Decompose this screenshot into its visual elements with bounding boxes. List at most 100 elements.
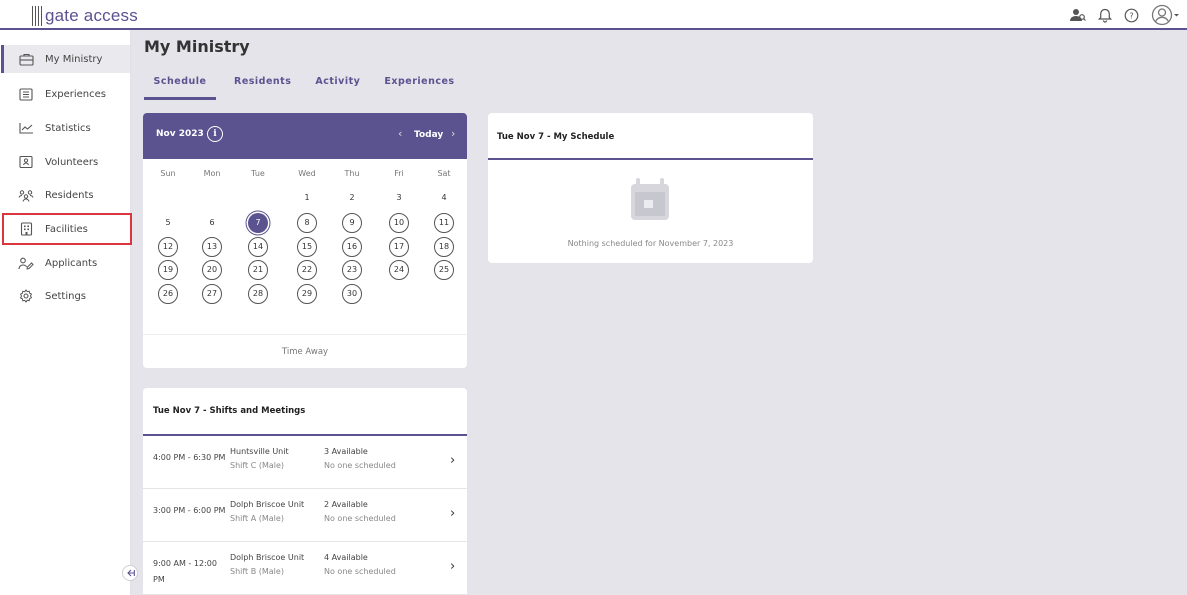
calendar-day[interactable]: 17 <box>389 237 409 257</box>
shifts-card: Tue Nov 7 - Shifts and Meetings 4:00 PM … <box>143 388 467 595</box>
calendar-day[interactable]: 14 <box>248 237 268 257</box>
building-icon <box>16 222 36 236</box>
calendar-day[interactable]: 18 <box>434 237 454 257</box>
shift-time: 9:00 AM - 12:00 PM <box>153 559 217 584</box>
id-badge-icon <box>16 155 36 169</box>
sidebar-item-label: Statistics <box>45 122 91 134</box>
calendar-day[interactable]: 29 <box>297 284 317 304</box>
chevron-right-icon[interactable]: › <box>451 127 455 140</box>
divider <box>488 158 813 160</box>
weekday-label: Sun <box>160 169 176 178</box>
shift-available: 2 Available <box>324 500 368 509</box>
calendar-day[interactable]: 20 <box>202 260 222 280</box>
sidebar-item-residents[interactable]: Residents <box>4 181 130 209</box>
gear-icon <box>16 289 36 303</box>
calendar-card: Nov 2023 i ‹ Today › Sun Mon Tue Wed Thu Fri S… <box>143 113 467 368</box>
calendar-day[interactable]: 28 <box>248 284 268 304</box>
empty-schedule-text: Nothing scheduled for November 7, 2023 <box>567 239 734 248</box>
sidebar-item-settings[interactable]: Settings <box>4 282 130 310</box>
shift-time: 4:00 PM - 6:30 PM <box>153 453 226 462</box>
tab-activity[interactable]: Activity <box>315 76 370 100</box>
person-edit-icon <box>16 257 36 270</box>
avatar-icon[interactable] <box>1151 4 1179 26</box>
sidebar-item-facilities[interactable]: Facilities <box>2 213 132 245</box>
chevron-left-icon[interactable]: ‹ <box>398 127 402 140</box>
arrow-left-bar-icon <box>126 569 135 577</box>
logo-bars-icon <box>32 6 42 26</box>
sidebar-item-statistics[interactable]: Statistics <box>4 114 130 142</box>
calendar-day[interactable]: 4 <box>434 188 454 208</box>
weekday-label: Fri <box>394 169 404 178</box>
weekday-label: Sat <box>437 169 451 178</box>
sidebar-item-applicants[interactable]: Applicants <box>4 249 130 277</box>
shift-available: 3 Available <box>324 447 368 456</box>
tab-bar: Schedule Residents Activity Experiences <box>144 76 479 100</box>
shift-time: 3:00 PM - 6:00 PM <box>153 506 226 515</box>
calendar-day[interactable]: 25 <box>434 260 454 280</box>
tab-experiences[interactable]: Experiences <box>384 76 464 100</box>
sidebar-item-experiences[interactable]: Experiences <box>4 80 130 108</box>
calendar-icon <box>627 176 673 228</box>
calendar-day[interactable]: 10 <box>389 213 409 233</box>
top-bar: gate access ? <box>0 0 1187 30</box>
calendar-day[interactable]: 15 <box>297 237 317 257</box>
sidebar-item-my-ministry[interactable]: My Ministry <box>1 45 130 73</box>
my-schedule-card: Tue Nov 7 - My Schedule Nothing schedule… <box>488 113 813 263</box>
calendar-day-selected[interactable]: 7 <box>248 213 268 233</box>
calendar-day[interactable]: 3 <box>389 188 409 208</box>
calendar-day[interactable]: 13 <box>202 237 222 257</box>
shift-name: Shift A (Male) <box>230 514 284 523</box>
calendar-day[interactable]: 26 <box>158 284 178 304</box>
calendar-day[interactable]: 23 <box>342 260 362 280</box>
weekday-label: Mon <box>203 169 221 178</box>
shift-location: Dolph Briscoe Unit <box>230 500 305 509</box>
weekday-label: Thu <box>344 169 360 178</box>
info-icon[interactable]: i <box>207 126 223 142</box>
weekday-label: Tue <box>251 169 265 178</box>
shift-scheduled: No one scheduled <box>324 567 396 576</box>
calendar-day[interactable]: 12 <box>158 237 178 257</box>
tab-residents[interactable]: Residents <box>234 76 301 100</box>
help-icon[interactable]: ? <box>1124 4 1139 26</box>
shift-row[interactable]: 9:00 AM - 12:00 PM Dolph Briscoe Unit Shi… <box>143 542 467 595</box>
calendar-day[interactable]: 11 <box>434 213 454 233</box>
calendar-day[interactable]: 5 <box>158 213 178 233</box>
chevron-right-icon[interactable]: › <box>450 453 455 468</box>
tab-schedule[interactable]: Schedule <box>144 76 216 100</box>
calendar-day[interactable]: 30 <box>342 284 362 304</box>
calendar-day[interactable]: 16 <box>342 237 362 257</box>
calendar-day[interactable]: 21 <box>248 260 268 280</box>
calendar-day[interactable]: 22 <box>297 260 317 280</box>
briefcase-icon <box>16 53 36 66</box>
chevron-right-icon[interactable]: › <box>450 506 455 521</box>
today-button[interactable]: Today <box>414 130 443 140</box>
shift-row[interactable]: 4:00 PM - 6:30 PM Huntsville Unit Shift C… <box>143 436 467 489</box>
shift-scheduled: No one scheduled <box>324 461 396 470</box>
bell-icon[interactable] <box>1098 4 1112 26</box>
calendar-day[interactable]: 8 <box>297 213 317 233</box>
shift-row[interactable]: 3:00 PM - 6:00 PM Dolph Briscoe Unit Shif… <box>143 489 467 542</box>
calendar-day[interactable]: 6 <box>202 213 222 233</box>
shift-available: 4 Available <box>324 553 368 562</box>
calendar-day[interactable]: 24 <box>389 260 409 280</box>
people-icon <box>16 189 36 202</box>
calendar-month-label: Nov 2023 <box>156 129 204 139</box>
time-away-link[interactable]: Time Away <box>143 334 467 368</box>
sidebar-item-label: Residents <box>45 189 94 201</box>
shift-scheduled: No one scheduled <box>324 514 396 523</box>
calendar-day[interactable]: 2 <box>342 188 362 208</box>
calendar-header: Nov 2023 i ‹ Today › <box>143 113 467 159</box>
chevron-right-icon[interactable]: › <box>450 559 455 574</box>
app-logo[interactable]: gate access <box>32 4 138 26</box>
calendar-day[interactable]: 1 <box>297 188 317 208</box>
sidebar-item-label: Volunteers <box>45 156 99 168</box>
calendar-day[interactable]: 19 <box>158 260 178 280</box>
sidebar-item-label: Settings <box>45 290 87 302</box>
calendar-day[interactable]: 27 <box>202 284 222 304</box>
calendar-day[interactable]: 9 <box>342 213 362 233</box>
weekday-label: Wed <box>298 169 316 178</box>
collapse-sidebar-button[interactable] <box>122 565 138 581</box>
user-search-icon[interactable] <box>1070 4 1086 26</box>
sidebar-item-volunteers[interactable]: Volunteers <box>4 148 130 176</box>
sidebar: My Ministry Experiences Statistics Volun… <box>0 30 132 595</box>
